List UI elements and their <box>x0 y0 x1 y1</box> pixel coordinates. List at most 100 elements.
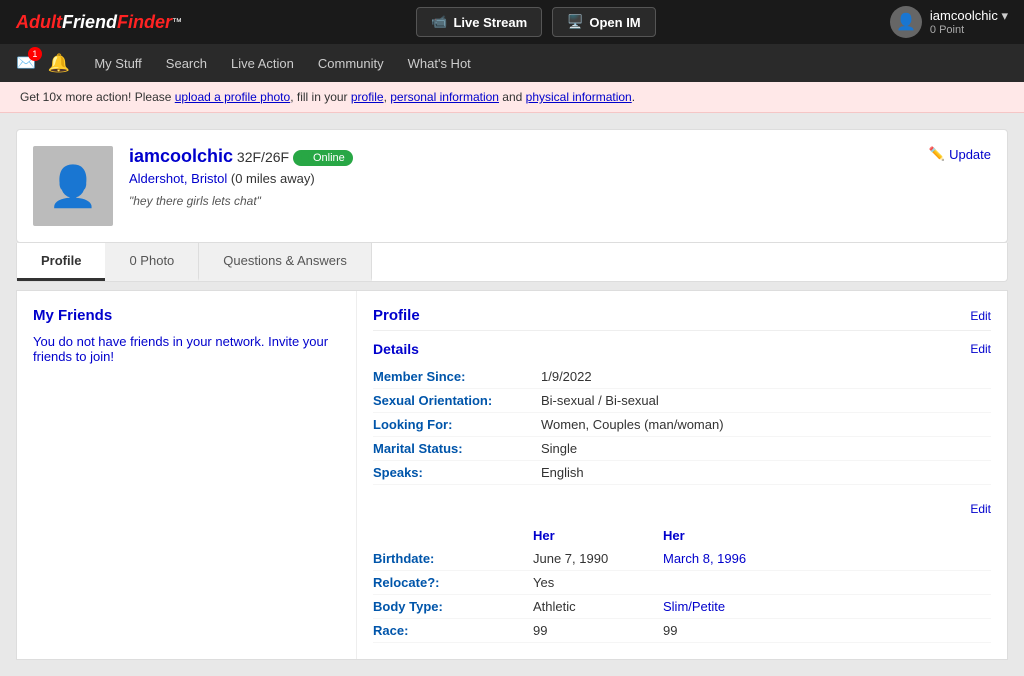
tab-profile[interactable]: Profile <box>17 243 105 281</box>
couple-row-birthdate: Birthdate: June 7, 1990 March 8, 1996 <box>373 547 991 571</box>
couple-label-relocate: Relocate?: <box>373 575 533 590</box>
detail-row-orientation: Sexual Orientation: Bi-sexual / Bi-sexua… <box>373 389 991 413</box>
nav-community[interactable]: Community <box>318 56 384 71</box>
tab-qa[interactable]: Questions & Answers <box>199 243 372 281</box>
monitor-icon: 🖥️ <box>567 14 583 30</box>
points-display: 0 Point <box>930 24 1008 36</box>
banner-text-before: Get 10x more action! Please <box>20 90 175 104</box>
tabs-bar: Profile 0 Photo Questions & Answers <box>16 243 1008 282</box>
location-dist: (0 miles away) <box>231 171 315 186</box>
detail-label-looking: Looking For: <box>373 417 533 432</box>
no-friends-text: You do not have friends in your network.… <box>33 334 340 364</box>
user-info: iamcoolchic ▾ 0 Point <box>930 8 1008 36</box>
nav-icons: ✉️ 1 🔔 <box>16 53 70 74</box>
couple-row-race: Race: 99 99 <box>373 619 991 643</box>
bell-icon[interactable]: 🔔 <box>48 53 70 74</box>
detail-label-orientation: Sexual Orientation: <box>373 393 533 408</box>
profile-age-gender: 32F/26F <box>233 149 293 165</box>
logo: AdultFriendFinder™ <box>16 12 182 33</box>
profile-avatar: 👤 <box>33 146 113 226</box>
couple-val-race1: 99 <box>533 623 663 638</box>
couple-val-race2: 99 <box>663 623 793 638</box>
couple-val-bodytype2: Slim/Petite <box>663 599 793 614</box>
logo-friend: Friend <box>62 12 117 33</box>
profile-location: Aldershot, Bristol (0 miles away) <box>129 171 353 186</box>
couple-col-her1: Her <box>533 528 663 543</box>
logo-tm: ™ <box>172 17 182 28</box>
tab-photo[interactable]: 0 Photo <box>105 243 199 281</box>
profile-username-row: iamcoolchic 32F/26F Online <box>129 146 353 167</box>
update-btn-area: ✏️ Update <box>929 146 991 162</box>
edit3-link[interactable]: Edit <box>970 502 991 516</box>
live-stream-button[interactable]: 📹 Live Stream <box>416 7 542 37</box>
right-column: Profile Edit Details Edit Member Since: … <box>357 291 1007 659</box>
couple-header-row: Her Her <box>373 524 991 547</box>
nav-whats-hot[interactable]: What's Hot <box>408 56 471 71</box>
live-stream-label: Live Stream <box>453 15 527 30</box>
detail-value-orientation: Bi-sexual / Bi-sexual <box>541 393 659 408</box>
banner-text-mid3: and <box>499 90 526 104</box>
nav-live-action[interactable]: Live Action <box>231 56 294 71</box>
second-nav: ✉️ 1 🔔 My Stuff Search Live Action Commu… <box>0 44 1024 82</box>
nav-my-stuff[interactable]: My Stuff <box>94 56 141 71</box>
mail-badge: 1 <box>28 47 42 61</box>
detail-value-looking: Women, Couples (man/woman) <box>541 417 724 432</box>
online-badge: Online <box>293 150 353 166</box>
nav-links: My Stuff Search Live Action Community Wh… <box>94 56 470 71</box>
details-title: Details <box>373 341 419 357</box>
couple-val-bodytype1: Athletic <box>533 599 663 614</box>
profile-username[interactable]: iamcoolchic <box>129 146 233 166</box>
open-im-button[interactable]: 🖥️ Open IM <box>552 7 655 37</box>
logo-adult: Adult <box>16 12 62 33</box>
online-label: Online <box>313 152 345 164</box>
detail-value-marital: Single <box>541 441 577 456</box>
profile-quote: "hey there girls lets chat" <box>129 194 353 208</box>
open-im-label: Open IM <box>589 15 640 30</box>
online-dot-icon <box>301 154 309 162</box>
couple-section: Her Her Birthdate: June 7, 1990 March 8,… <box>373 524 991 643</box>
details-header: Details Edit <box>373 341 991 357</box>
main-content: 👤 iamcoolchic 32F/26F Online Aldershot, … <box>0 113 1024 676</box>
detail-value-speaks: English <box>541 465 584 480</box>
banner-link-physical[interactable]: physical information <box>526 90 632 104</box>
top-center-buttons: 📹 Live Stream 🖥️ Open IM <box>416 7 655 37</box>
pencil-icon: ✏️ <box>929 146 945 162</box>
detail-value-member-since: 1/9/2022 <box>541 369 592 384</box>
couple-col-her2: Her <box>663 528 793 543</box>
couple-val-birthdate2: March 8, 1996 <box>663 551 793 566</box>
couple-val-relocate1: Yes <box>533 575 663 590</box>
detail-label-speaks: Speaks: <box>373 465 533 480</box>
banner-link-personal[interactable]: personal information <box>390 90 499 104</box>
detail-row-marital: Marital Status: Single <box>373 437 991 461</box>
banner-link-photo[interactable]: upload a profile photo <box>175 90 290 104</box>
couple-row-relocate: Relocate?: Yes <box>373 571 991 595</box>
detail-label-marital: Marital Status: <box>373 441 533 456</box>
location-city: Aldershot, Bristol <box>129 171 227 186</box>
couple-label-birthdate: Birthdate: <box>373 551 533 566</box>
banner-text-mid1: , fill in your <box>290 90 351 104</box>
profile-header-left: 👤 iamcoolchic 32F/26F Online Aldershot, … <box>33 146 353 226</box>
edit3-row: Edit <box>373 501 991 516</box>
profile-edit-link[interactable]: Edit <box>970 309 991 323</box>
top-right-user: 👤 iamcoolchic ▾ 0 Point <box>890 6 1008 38</box>
couple-row-bodytype: Body Type: Athletic Slim/Petite <box>373 595 991 619</box>
details-edit-link[interactable]: Edit <box>970 342 991 356</box>
detail-row-member-since: Member Since: 1/9/2022 <box>373 365 991 389</box>
detail-row-speaks: Speaks: English <box>373 461 991 485</box>
banner-link-profile[interactable]: profile <box>351 90 384 104</box>
update-button[interactable]: ✏️ Update <box>929 146 991 162</box>
username-link[interactable]: iamcoolchic <box>930 8 998 23</box>
profile-info: iamcoolchic 32F/26F Online Aldershot, Br… <box>129 146 353 208</box>
logo-finder: Finder <box>117 12 172 33</box>
mail-icon-wrap[interactable]: ✉️ 1 <box>16 53 36 73</box>
nav-search[interactable]: Search <box>166 56 207 71</box>
user-avatar: 👤 <box>890 6 922 38</box>
my-friends-title: My Friends <box>33 307 340 324</box>
couple-label-race: Race: <box>373 623 533 638</box>
couple-label-bodytype: Body Type: <box>373 599 533 614</box>
couple-val-birthdate1: June 7, 1990 <box>533 551 663 566</box>
profile-header-card: 👤 iamcoolchic 32F/26F Online Aldershot, … <box>16 129 1008 243</box>
details-section: Details Edit Member Since: 1/9/2022 Sexu… <box>373 341 991 485</box>
banner-text-after: . <box>632 90 635 104</box>
detail-row-looking: Looking For: Women, Couples (man/woman) <box>373 413 991 437</box>
